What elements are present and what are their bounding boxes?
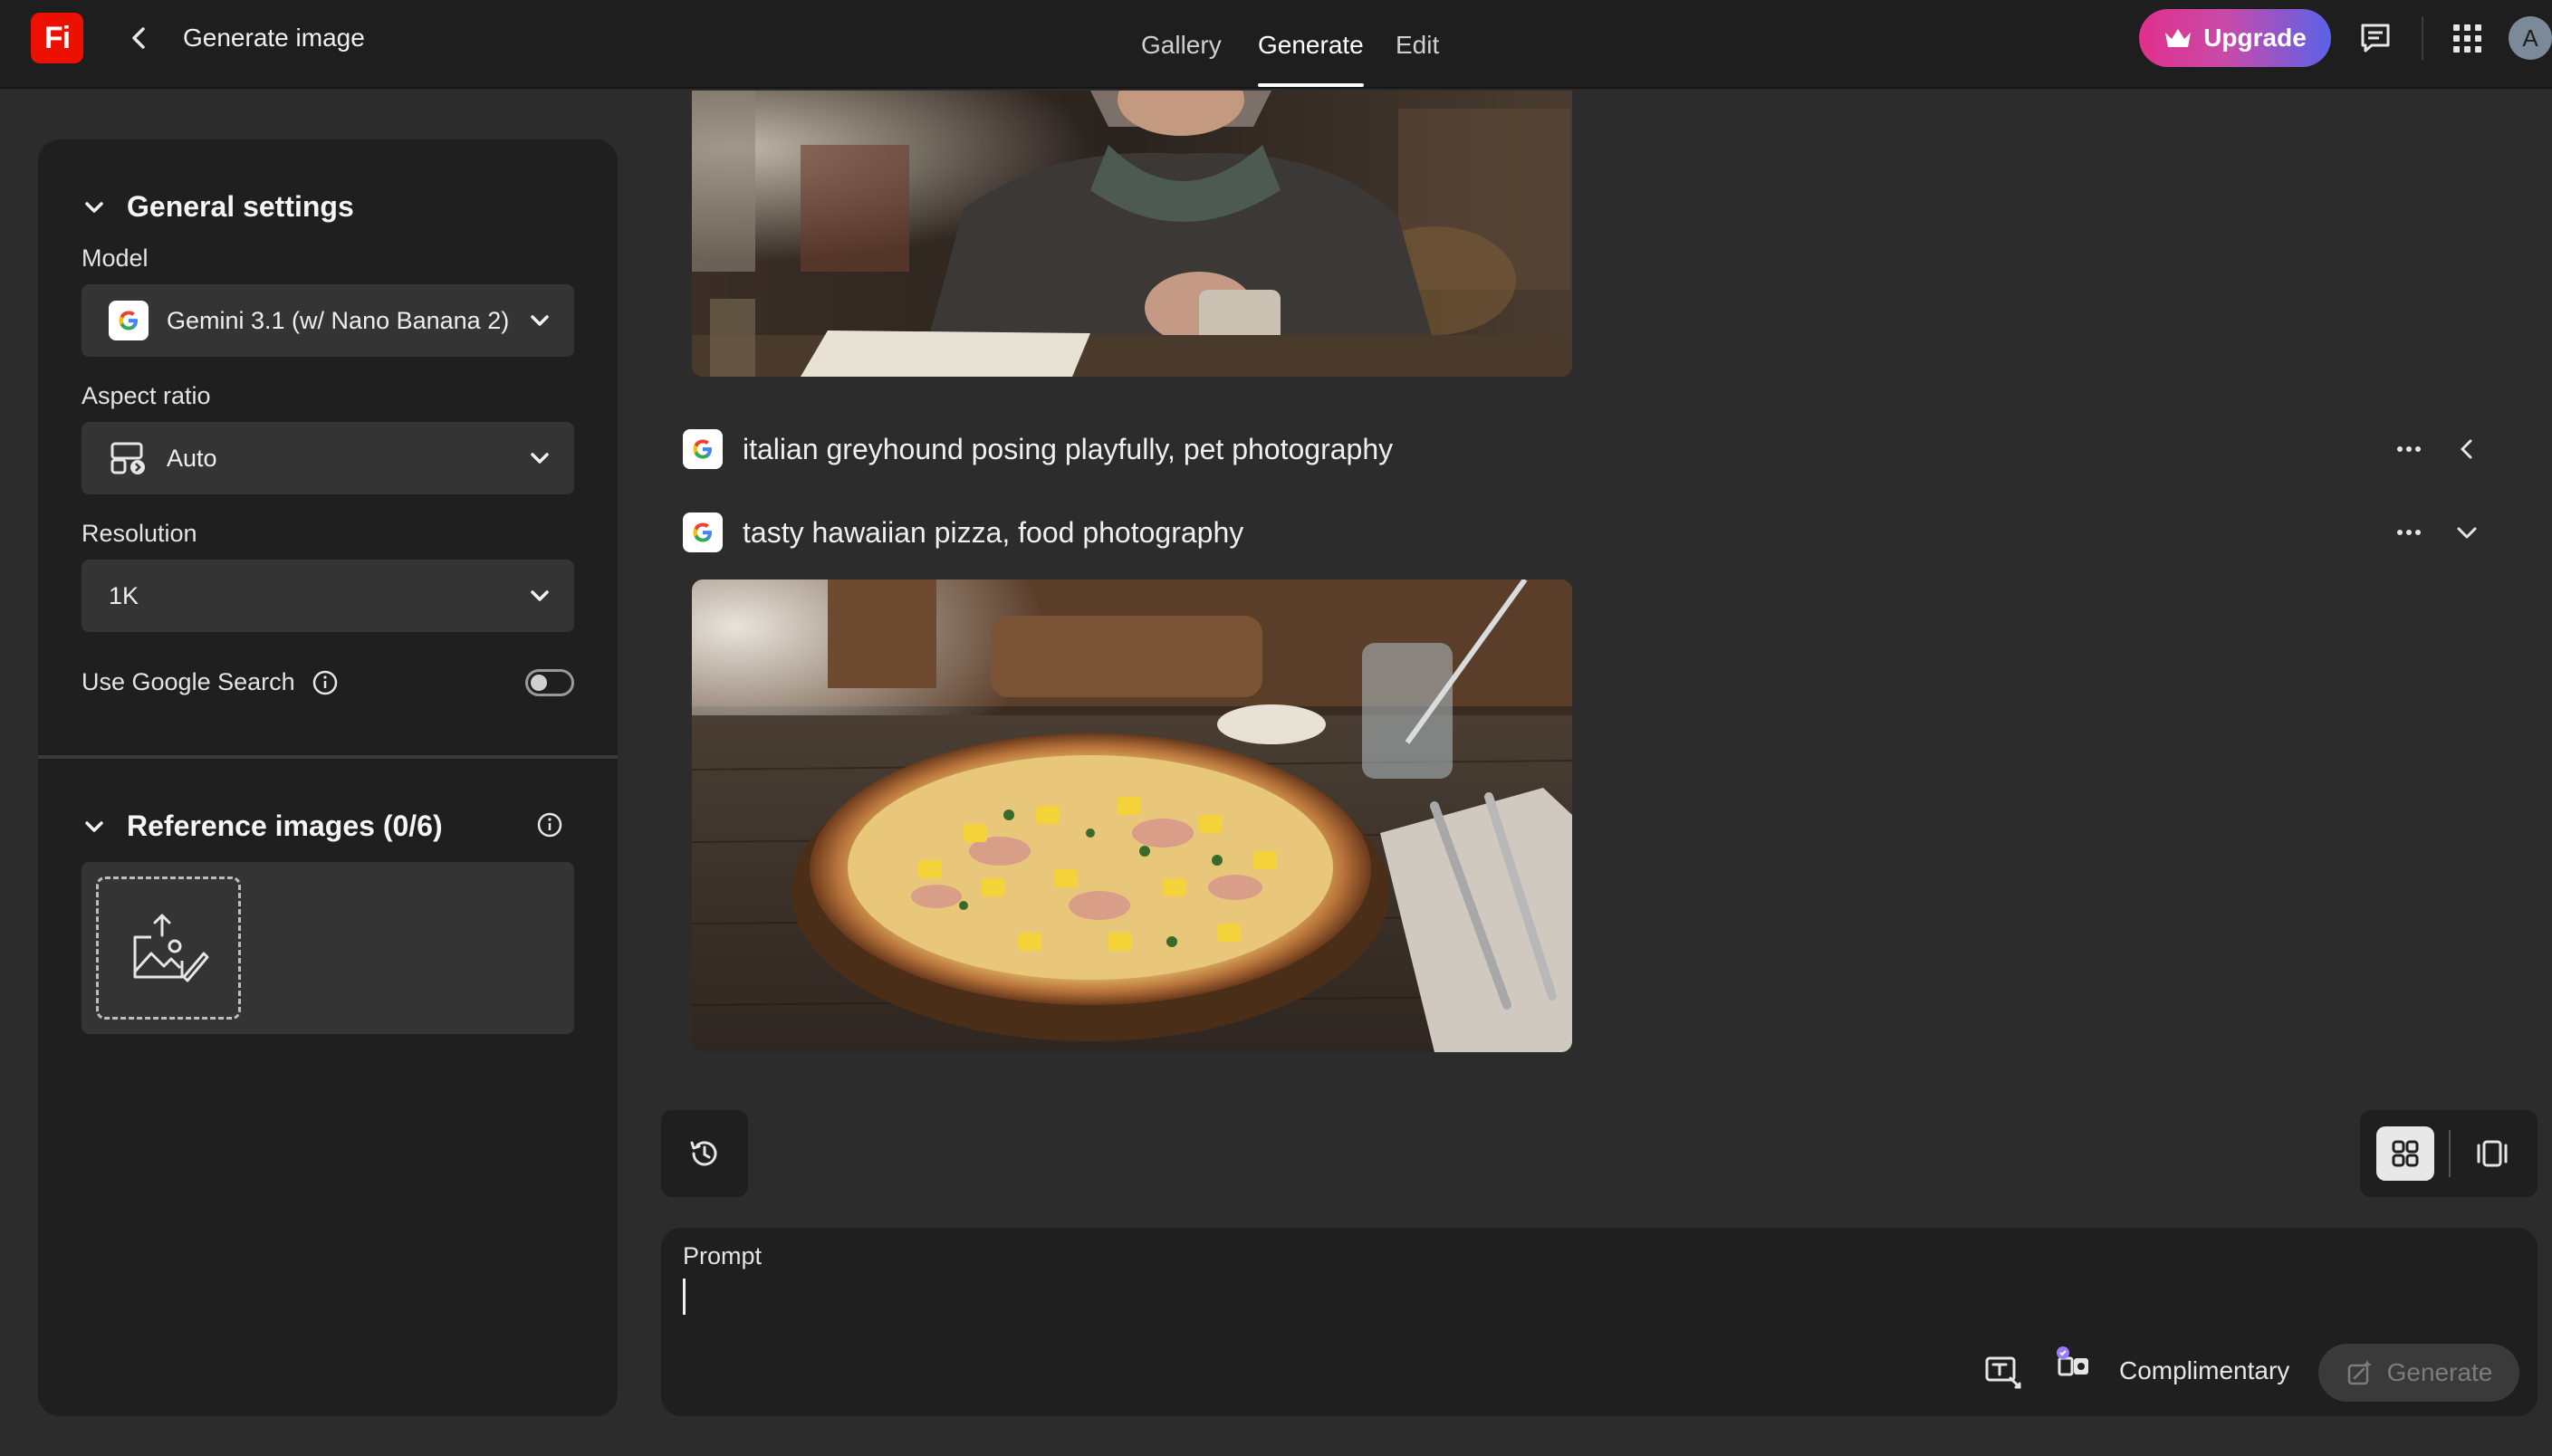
more-horizontal-icon — [2397, 530, 2421, 535]
prompt-box: Prompt Complimentary Generate — [661, 1228, 2538, 1416]
collapse-button[interactable] — [2451, 516, 2483, 549]
history-icon — [690, 1141, 717, 1166]
back-button[interactable] — [123, 22, 156, 54]
model-dropdown[interactable]: Gemini 3.1 (w/ Nano Banana 2) — [82, 284, 574, 357]
chevron-left-icon — [2461, 439, 2472, 459]
info-icon[interactable] — [312, 669, 339, 696]
upload-reference-button[interactable] — [96, 876, 241, 1020]
aspect-ratio-value: Auto — [167, 444, 217, 472]
general-settings-header[interactable]: General settings — [82, 190, 354, 224]
chevron-left-icon — [132, 27, 145, 49]
chevron-down-icon — [85, 820, 103, 832]
generate-label: Generate — [2386, 1358, 2493, 1386]
section-divider — [38, 755, 618, 759]
reference-images-box — [82, 862, 574, 1034]
google-icon — [683, 429, 723, 469]
tab-edit[interactable]: Edit — [1396, 31, 1439, 87]
firefly-logo[interactable]: Fi — [31, 13, 83, 63]
google-icon — [683, 512, 723, 552]
apps-button[interactable] — [2449, 20, 2485, 56]
google-search-row: Use Google Search — [82, 668, 339, 696]
model-label: Model — [82, 244, 149, 272]
general-settings-title: General settings — [127, 190, 354, 223]
prompt-label: Prompt — [683, 1242, 763, 1269]
generated-image-pizza[interactable] — [692, 580, 1572, 1052]
generate-button[interactable]: Generate — [2318, 1344, 2519, 1402]
more-options-button[interactable] — [2393, 516, 2425, 549]
credits-icon — [2057, 1346, 2088, 1376]
prompt-row-pizza[interactable]: tasty hawaiian pizza, food photography — [683, 512, 1243, 552]
single-view-icon — [2477, 1140, 2508, 1167]
resolution-value: 1K — [109, 581, 139, 609]
crown-icon — [2165, 29, 2192, 47]
tab-generate[interactable]: Generate — [1258, 31, 1364, 87]
more-options-button[interactable] — [2393, 433, 2425, 465]
upgrade-label: Upgrade — [2203, 24, 2307, 52]
aspect-ratio-label: Aspect ratio — [82, 382, 211, 409]
text-caret — [683, 1279, 686, 1315]
view-switch — [2360, 1110, 2538, 1197]
view-divider — [2449, 1130, 2451, 1177]
grid-view-button[interactable] — [2376, 1126, 2434, 1181]
chevron-down-icon — [531, 590, 549, 601]
settings-panel: General settings Model Gemini 3.1 (w/ Na… — [38, 139, 618, 1416]
chevron-down-icon — [531, 315, 549, 326]
model-value: Gemini 3.1 (w/ Nano Banana 2) — [167, 306, 510, 334]
credits-button[interactable] — [2052, 1344, 2096, 1387]
image-upload-icon — [133, 914, 209, 982]
reference-info-button[interactable] — [536, 811, 563, 838]
prompt-row-greyhound[interactable]: italian greyhound posing playfully, pet … — [683, 429, 1393, 469]
expand-button[interactable] — [2451, 433, 2483, 465]
complimentary-label: Complimentary — [2119, 1356, 2290, 1384]
top-bar: Fi Generate image Gallery Generate Edit … — [0, 0, 2552, 89]
resolution-label: Resolution — [82, 520, 197, 547]
app-grid-icon — [2453, 24, 2481, 53]
prompt-text: italian greyhound posing playfully, pet … — [743, 432, 1394, 465]
feedback-button[interactable] — [2357, 20, 2394, 56]
user-avatar[interactable]: A — [2509, 16, 2552, 60]
prompt-styles-button[interactable] — [1981, 1349, 2025, 1393]
chevron-down-icon — [2457, 527, 2477, 539]
info-icon — [537, 812, 562, 838]
reference-images-title: Reference images (0/6) — [127, 809, 443, 842]
google-icon — [109, 301, 149, 340]
single-view-button[interactable] — [2463, 1126, 2521, 1181]
chevron-down-icon — [531, 453, 549, 464]
upgrade-button[interactable]: Upgrade — [2139, 9, 2331, 67]
prompt-text: tasty hawaiian pizza, food photography — [743, 515, 1244, 549]
prompt-input[interactable] — [683, 1277, 2222, 1331]
resolution-dropdown[interactable]: 1K — [82, 560, 574, 632]
header-divider — [2422, 16, 2423, 60]
hawaiian-pizza-photo — [692, 580, 1572, 1052]
reference-images-header[interactable]: Reference images (0/6) — [82, 809, 443, 843]
chevron-down-icon — [85, 201, 103, 213]
grid-view-icon — [2392, 1140, 2419, 1167]
text-to-image-icon — [1985, 1356, 2021, 1389]
page-title: Generate image — [183, 24, 365, 52]
chat-bubble-icon — [2361, 24, 2390, 53]
google-search-label: Use Google Search — [82, 668, 295, 695]
history-button[interactable] — [661, 1110, 748, 1197]
aspect-ratio-dropdown[interactable]: Auto — [82, 422, 574, 494]
generate-icon — [2347, 1360, 2372, 1385]
google-search-toggle[interactable] — [525, 669, 574, 696]
woman-with-mug-photo — [692, 91, 1572, 377]
tab-gallery[interactable]: Gallery — [1141, 31, 1222, 87]
aspect-auto-icon — [109, 438, 149, 478]
generated-image-woman[interactable] — [692, 91, 1572, 377]
more-horizontal-icon — [2397, 446, 2421, 452]
